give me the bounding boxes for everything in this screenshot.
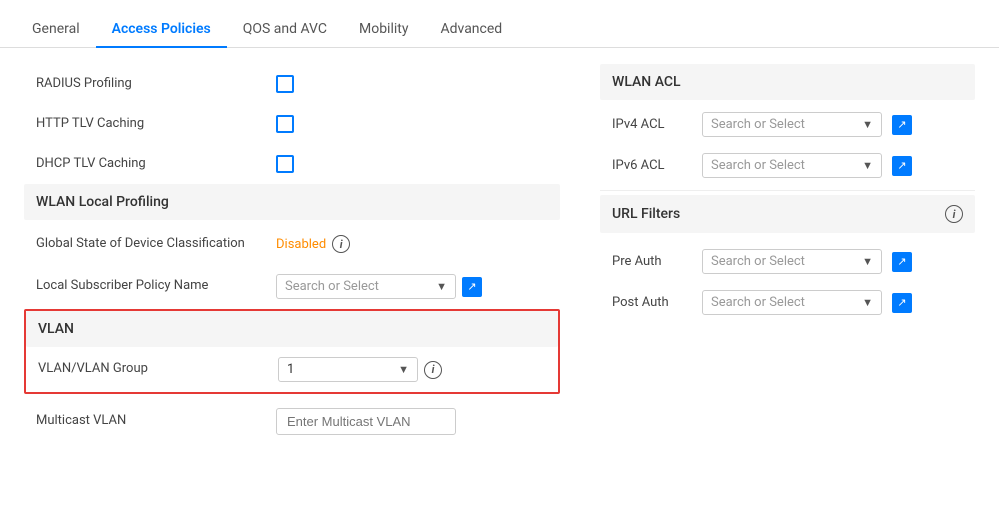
vlan-group-chevron-icon: ▼ — [398, 363, 409, 376]
ipv6-acl-dropdown[interactable]: Search or Select ▼ — [702, 153, 882, 178]
url-filters-title: URL Filters — [612, 206, 680, 222]
url-filters-info-icon[interactable]: i — [945, 205, 963, 223]
pre-auth-external-link-icon[interactable] — [892, 252, 912, 272]
pre-auth-chevron-icon: ▼ — [862, 255, 873, 268]
vlan-group-value: 1 — [287, 362, 294, 377]
ipv4-acl-row: IPv4 ACL Search or Select ▼ — [600, 104, 975, 145]
tab-general[interactable]: General — [16, 11, 96, 47]
global-state-status: Disabled — [276, 237, 326, 252]
global-state-label: Global State of Device Classification — [36, 235, 276, 253]
pre-auth-placeholder: Search or Select — [711, 254, 805, 269]
vlan-section: VLAN VLAN/VLAN Group 1 ▼ i — [24, 309, 560, 394]
ipv4-acl-dropdown[interactable]: Search or Select ▼ — [702, 112, 882, 137]
http-tlv-row: HTTP TLV Caching — [24, 104, 560, 144]
right-panel: WLAN ACL IPv4 ACL Search or Select ▼ IPv… — [584, 64, 975, 445]
dhcp-tlv-label: DHCP TLV Caching — [36, 155, 276, 173]
ipv6-acl-label: IPv6 ACL — [612, 158, 692, 173]
dhcp-tlv-checkbox[interactable] — [276, 155, 294, 173]
ipv6-acl-chevron-icon: ▼ — [862, 159, 873, 172]
vlan-group-row: VLAN/VLAN Group 1 ▼ i — [26, 347, 558, 392]
multicast-vlan-control — [276, 408, 456, 435]
global-state-row: Global State of Device Classification Di… — [24, 224, 560, 264]
vlan-group-control: 1 ▼ i — [278, 357, 442, 382]
http-tlv-label: HTTP TLV Caching — [36, 115, 276, 133]
local-subscriber-placeholder: Search or Select — [285, 279, 379, 294]
wlan-local-profiling-header: WLAN Local Profiling — [24, 184, 560, 220]
vlan-group-label: VLAN/VLAN Group — [38, 360, 278, 378]
dhcp-tlv-control — [276, 155, 294, 173]
post-auth-chevron-icon: ▼ — [862, 296, 873, 309]
local-subscriber-control: Search or Select ▼ — [276, 274, 482, 299]
ipv6-acl-placeholder: Search or Select — [711, 158, 805, 173]
vlan-group-info-icon[interactable]: i — [424, 361, 442, 379]
http-tlv-control — [276, 115, 294, 133]
local-subscriber-dropdown[interactable]: Search or Select ▼ — [276, 274, 456, 299]
radius-profiling-row: RADIUS Profiling — [24, 64, 560, 104]
post-auth-external-link-icon[interactable] — [892, 293, 912, 313]
url-filters-header: URL Filters i — [600, 195, 975, 233]
radius-profiling-checkbox[interactable] — [276, 75, 294, 93]
local-subscriber-row: Local Subscriber Policy Name Search or S… — [24, 264, 560, 309]
multicast-vlan-label: Multicast VLAN — [36, 412, 276, 430]
post-auth-dropdown[interactable]: Search or Select ▼ — [702, 290, 882, 315]
ipv4-acl-label: IPv4 ACL — [612, 117, 692, 132]
vlan-group-dropdown[interactable]: 1 ▼ — [278, 357, 418, 382]
divider — [600, 190, 975, 191]
vlan-header: VLAN — [26, 311, 558, 347]
tab-bar: General Access Policies QOS and AVC Mobi… — [0, 0, 999, 48]
ipv4-acl-chevron-icon: ▼ — [862, 118, 873, 131]
http-tlv-checkbox[interactable] — [276, 115, 294, 133]
post-auth-row: Post Auth Search or Select ▼ — [600, 282, 975, 323]
ipv4-acl-external-link-icon[interactable] — [892, 115, 912, 135]
wlan-acl-title: WLAN ACL — [612, 74, 681, 90]
ipv6-acl-row: IPv6 ACL Search or Select ▼ — [600, 145, 975, 186]
ipv6-acl-external-link-icon[interactable] — [892, 156, 912, 176]
local-subscriber-external-link-icon[interactable] — [462, 277, 482, 297]
tab-access-policies[interactable]: Access Policies — [96, 11, 227, 47]
pre-auth-label: Pre Auth — [612, 254, 692, 269]
tab-mobility[interactable]: Mobility — [343, 11, 425, 47]
global-state-control: Disabled i — [276, 235, 350, 253]
multicast-vlan-row: Multicast VLAN — [24, 398, 560, 445]
tab-qos-avc[interactable]: QOS and AVC — [227, 11, 343, 47]
global-state-info-icon[interactable]: i — [332, 235, 350, 253]
pre-auth-row: Pre Auth Search or Select ▼ — [600, 241, 975, 282]
radius-profiling-control — [276, 75, 294, 93]
dhcp-tlv-row: DHCP TLV Caching — [24, 144, 560, 184]
post-auth-placeholder: Search or Select — [711, 295, 805, 310]
tab-advanced[interactable]: Advanced — [424, 11, 518, 47]
wlan-acl-header: WLAN ACL — [600, 64, 975, 100]
post-auth-label: Post Auth — [612, 295, 692, 310]
main-content: RADIUS Profiling HTTP TLV Caching DHCP T… — [0, 48, 999, 461]
left-panel: RADIUS Profiling HTTP TLV Caching DHCP T… — [24, 64, 584, 445]
pre-auth-dropdown[interactable]: Search or Select ▼ — [702, 249, 882, 274]
multicast-vlan-input[interactable] — [276, 408, 456, 435]
local-subscriber-label: Local Subscriber Policy Name — [36, 277, 276, 295]
ipv4-acl-placeholder: Search or Select — [711, 117, 805, 132]
radius-profiling-label: RADIUS Profiling — [36, 75, 276, 93]
local-subscriber-chevron-icon: ▼ — [436, 280, 447, 293]
